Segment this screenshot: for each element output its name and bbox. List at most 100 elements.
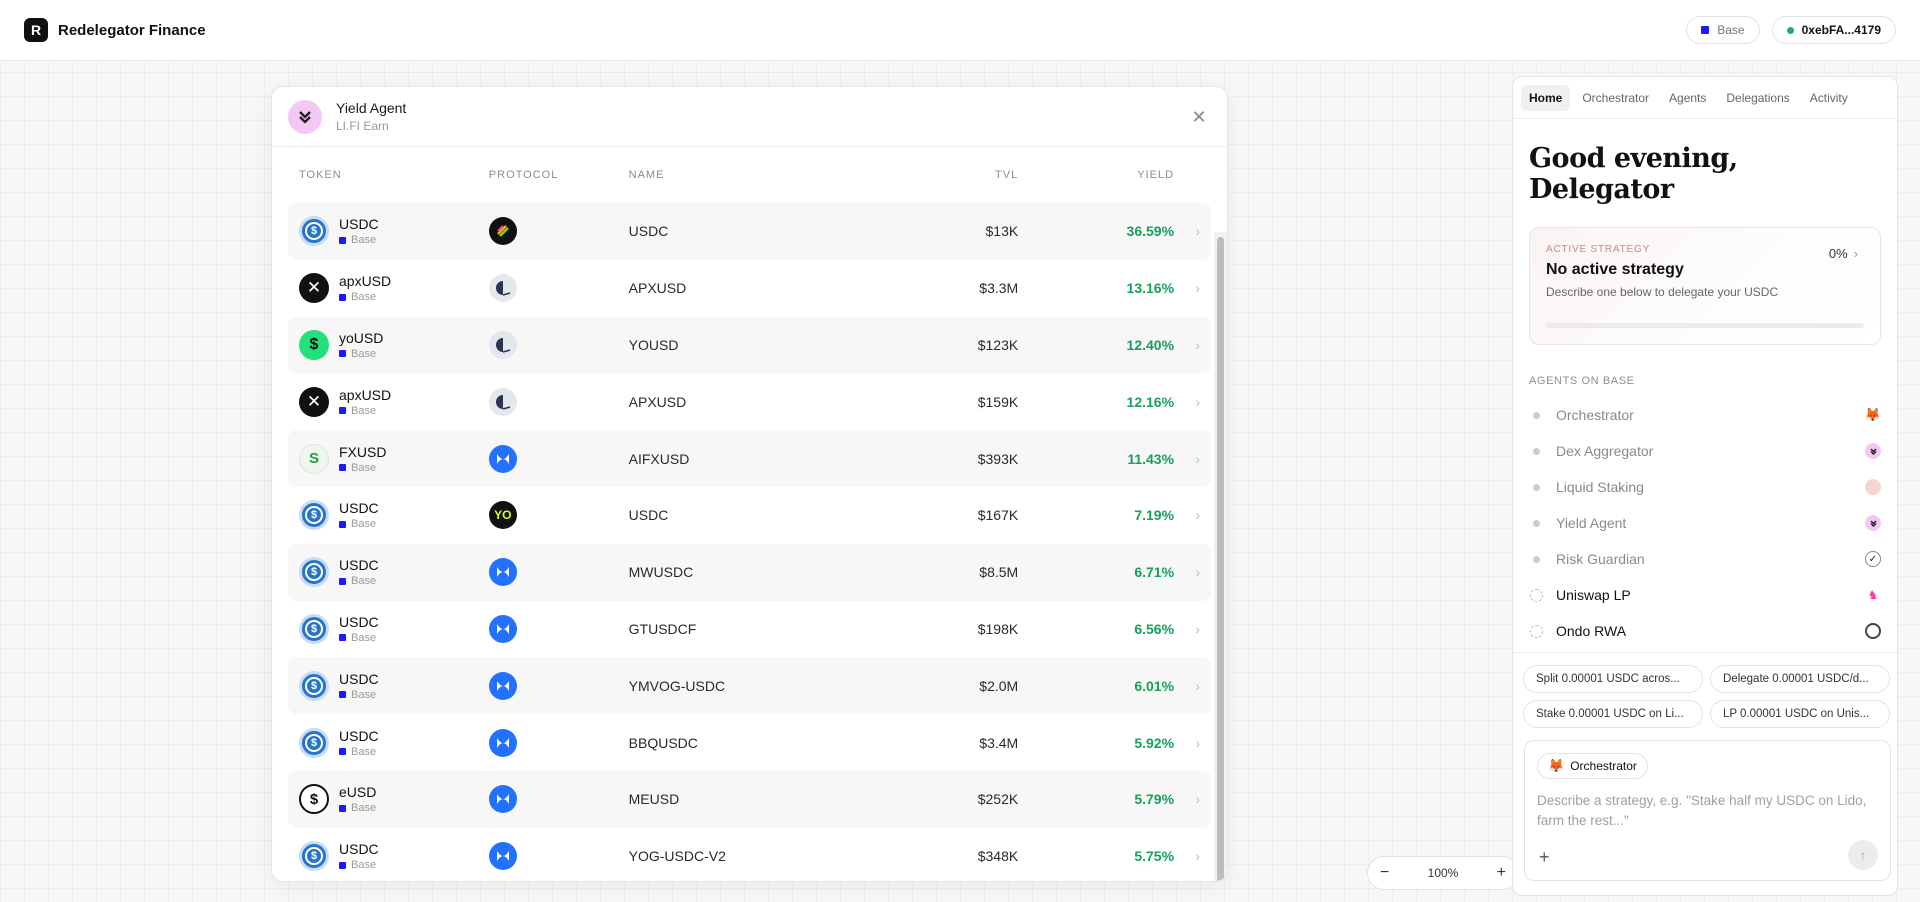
table-row[interactable]: ✕ apxUSD Base APXUSD $3.3M 13.16% › [288,260,1211,317]
base-chain-icon [339,804,346,812]
table-row[interactable]: $ USDC Base GTUSDCF $198K 6.56% › [288,601,1211,658]
vault-tvl: $3.4M [979,734,1019,751]
chevron-right-icon: › [1195,393,1200,410]
zoom-level: 100% [1427,866,1459,880]
agent-name: Risk Guardian [1556,551,1645,567]
token-chain: Base [339,462,386,474]
close-icon[interactable]: ✕ [1189,107,1209,127]
chain-label: Base [351,802,377,815]
strategy-title: No active strategy [1546,261,1684,278]
protocol-cell [488,728,629,757]
token-cell: $ USDC Base [299,557,489,588]
tab-delegations[interactable]: Delegations [1718,85,1797,111]
token-chain: Base [339,518,379,530]
tab-orchestrator[interactable]: Orchestrator [1574,85,1657,111]
agent-selector-chip[interactable]: 🦊 Orchestrator [1537,753,1648,779]
table-row[interactable]: $ USDC Base BBQUSDC $3.4M 5.92% › [288,714,1211,771]
vault-tvl: $3.3M [979,280,1019,297]
active-strategy-card[interactable]: ACTIVE STRATEGY No active strategy Descr… [1529,227,1881,345]
token-symbol: USDC [339,500,379,517]
vault-name: USDC [628,507,669,524]
table-row[interactable]: $ USDC Base YMVOG-USDC $2.0M 6.01% › [288,657,1211,715]
column-header-yield[interactable]: YIELD [1018,169,1174,181]
agent-item-dex-aggregator[interactable]: Dex Aggregator [1513,433,1897,469]
column-header-token[interactable]: TOKEN [299,169,489,181]
agent-item-orchestrator[interactable]: Orchestrator 🦊 [1513,397,1897,433]
vault-yield: 12.40% [1126,336,1175,353]
wallet-connected-dot-icon [1786,26,1794,34]
shield-icon: ✓ [1865,551,1881,567]
tab-activity[interactable]: Activity [1802,85,1856,111]
agent-item-risk-guardian[interactable]: Risk Guardian ✓ [1513,541,1897,577]
vault-yield: 6.71% [1134,564,1175,581]
agent-item-liquid-staking[interactable]: Liquid Staking [1513,469,1897,505]
agent-name: Yield Agent [1556,515,1627,531]
agent-item-ondo-rwa[interactable]: Ondo RWA [1513,613,1897,649]
half-circle-protocol-icon [488,387,517,416]
agent-item-uniswap-lp[interactable]: Uniswap LP ♞ [1513,577,1897,613]
table-row[interactable]: $ eUSD Base MEUSD $252K 5.79% › [288,770,1211,828]
agent-status-dot-icon [1533,555,1540,563]
table-row[interactable]: S FXUSD Base AIFXUSD $393K 11.43% › [288,430,1211,487]
chevron-right-icon: › [1853,246,1858,261]
usdc-icon: $ [299,613,329,644]
base-chain-icon [339,634,346,642]
token-chain: Base [339,234,379,246]
token-symbol: USDC [339,841,379,858]
chain-label: Base [351,745,377,758]
token-chain: Base [339,859,379,871]
vault-table-body: $ USDC Base USDC $13K 36.59% › ✕ apxUSD Base APXUS… [272,203,1227,881]
token-cell: ✕ apxUSD Base [299,273,489,304]
chevron-right-icon: › [1195,791,1200,808]
chevron-right-icon: › [1195,507,1200,524]
token-symbol: USDC [339,727,379,744]
agent-item-yield-agent[interactable]: Yield Agent [1513,505,1897,541]
send-button[interactable]: ↑ [1848,840,1878,870]
column-header-protocol[interactable]: PROTOCOL [489,169,629,181]
base-chain-icon [339,748,346,756]
agent-status-dot-icon [1533,447,1540,455]
token-chain: Base [339,746,379,758]
scrollbar-thumb[interactable] [1217,237,1224,881]
agent-name: Dex Aggregator [1556,443,1654,459]
strategy-composer: 🦊 Orchestrator + ↑ [1524,740,1891,881]
morpho-protocol-icon [488,671,517,700]
chevron-right-icon: › [1195,564,1200,581]
suggestion-chip[interactable]: Split 0.00001 USDC acros... [1523,665,1703,693]
strategy-input[interactable] [1537,791,1878,835]
zoom-in-button[interactable]: + [1497,864,1506,882]
attach-plus-button[interactable]: + [1539,847,1550,868]
token-cell: $ USDC Base [299,670,489,701]
tab-home[interactable]: Home [1521,84,1571,111]
protocol-cell [488,614,629,643]
table-row[interactable]: $ USDC Base USDC $13K 36.59% › [288,203,1211,260]
table-row[interactable]: $ yoUSD Base YOUSD $123K 12.40% › [288,316,1211,374]
table-row[interactable]: $ USDC Base MWUSDC $8.5M 6.71% › [288,543,1211,601]
modal-subtitle: LI.FI Earn [336,119,389,133]
wallet-address: 0xebFA...4179 [1801,23,1881,37]
suggestion-chip[interactable]: Stake 0.00001 USDC on Li... [1523,700,1703,728]
tab-agents[interactable]: Agents [1661,85,1714,111]
column-header-tvl[interactable]: TVL [848,169,1018,181]
lifi-agent-avatar-icon [288,99,322,134]
agent-name: Liquid Staking [1556,479,1644,495]
vault-yield: 6.01% [1134,677,1175,694]
token-chain: Base [339,802,376,814]
brand[interactable]: R Redelegator Finance [24,18,206,42]
lifi-icon [1865,515,1881,531]
strategy-percent-value: 0% [1828,246,1848,261]
wallet-button[interactable]: 0xebFA...4179 [1771,16,1896,44]
suggestion-chip[interactable]: LP 0.00001 USDC on Unis... [1710,700,1890,728]
agent-status-ring-icon [1530,624,1543,638]
suggestion-chip[interactable]: Delegate 0.00001 USDC/d... [1710,665,1890,693]
table-row[interactable]: $ USDC Base YO USDC $167K 7.19% › [288,487,1211,544]
vault-name: MWUSDC [628,564,694,581]
zoom-out-button[interactable]: − [1380,864,1389,882]
network-selector[interactable]: Base [1686,16,1760,44]
base-chain-icon [339,236,346,244]
vault-name: APXUSD [628,393,687,410]
vault-yield: 6.56% [1134,620,1175,637]
table-row[interactable]: $ USDC Base YOG-USDC-V2 $348K 5.75% › [288,828,1211,881]
column-header-name[interactable]: NAME [629,169,849,181]
table-row[interactable]: ✕ apxUSD Base APXUSD $159K 12.16% › [288,373,1211,430]
